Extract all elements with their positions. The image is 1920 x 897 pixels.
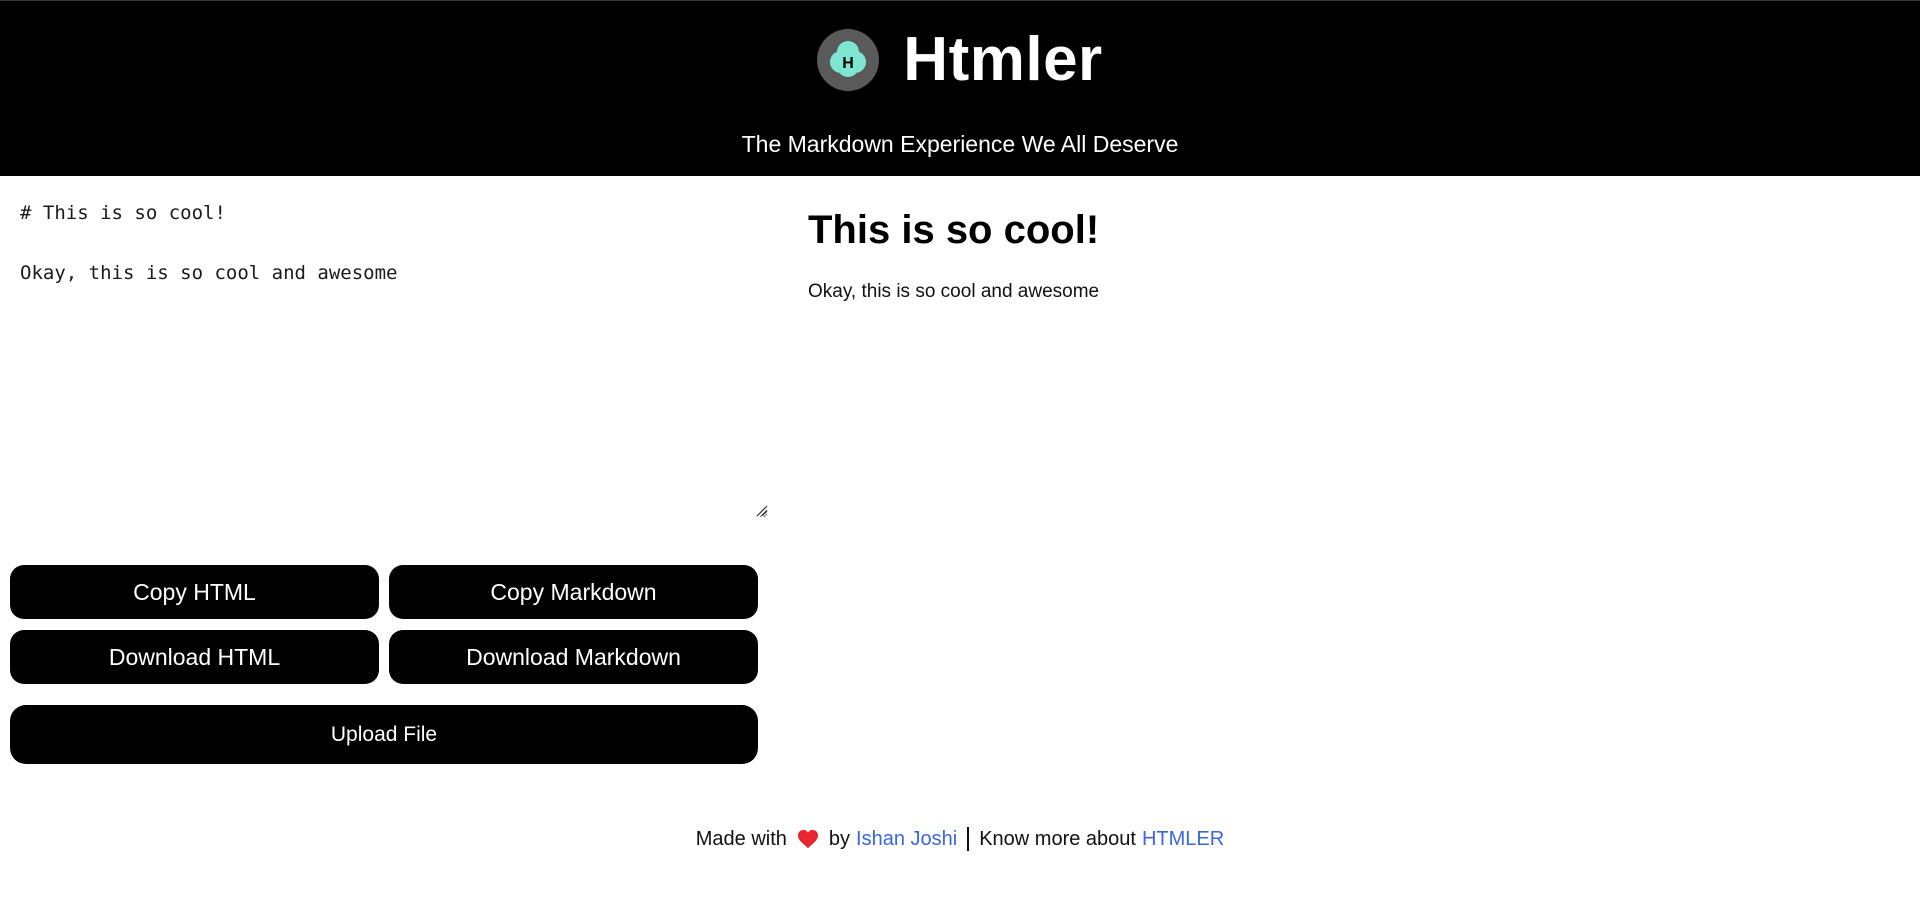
footer-separator — [967, 827, 970, 851]
logo-icon: H — [817, 29, 880, 91]
markdown-editor[interactable]: # This is so cool! Okay, this is so cool… — [8, 186, 768, 518]
app-header: H Htmler The Markdown Experience We All … — [0, 0, 1920, 176]
logo-cloud-icon: H — [830, 41, 867, 77]
preview-paragraph: Okay, this is so cool and awesome — [808, 281, 1100, 302]
brand: H Htmler — [0, 29, 1920, 91]
copy-markdown-button[interactable]: Copy Markdown — [389, 565, 758, 619]
markdown-preview: This is so cool! Okay, this is so cool a… — [808, 200, 1888, 580]
project-link[interactable]: HTMLER — [1142, 825, 1224, 853]
preview-heading: This is so cool! — [808, 208, 1100, 252]
heart-icon — [797, 829, 818, 849]
download-markdown-button[interactable]: Download Markdown — [389, 630, 758, 684]
author-link[interactable]: Ishan Joshi — [856, 825, 957, 853]
footer-know-more: Know more about — [979, 828, 1136, 850]
tagline: The Markdown Experience We All Deserve — [741, 131, 1179, 157]
footer-made-with: Made with — [695, 828, 787, 850]
logo-letter: H — [843, 55, 855, 72]
footer-by: by — [828, 828, 851, 850]
resize-handle-icon[interactable] — [754, 503, 768, 517]
footer: Made with by Ishan Joshi Know more about… — [0, 825, 1920, 853]
upload-file-button[interactable]: Upload File — [10, 705, 758, 764]
download-html-button[interactable]: Download HTML — [10, 630, 379, 684]
app-title: Htmler — [903, 25, 1103, 94]
copy-html-button[interactable]: Copy HTML — [10, 565, 379, 619]
